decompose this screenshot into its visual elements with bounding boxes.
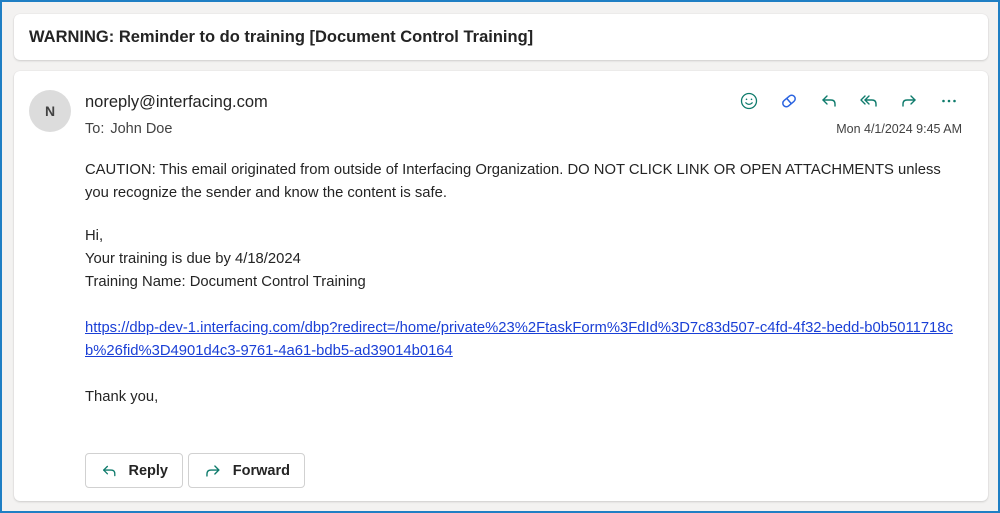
message-timestamp: Mon 4/1/2024 9:45 AM xyxy=(836,122,962,136)
greeting: Hi, xyxy=(85,228,104,244)
subject-header: WARNING: Reminder to do training [Docume… xyxy=(14,14,988,60)
forward-button-label: Forward xyxy=(232,462,290,479)
reply-all-icon xyxy=(860,95,877,107)
more-actions-button[interactable] xyxy=(929,87,969,115)
footer-actions: Reply Forward xyxy=(85,453,305,488)
training-name-line: Training Name: Document Control Training xyxy=(85,274,366,290)
forward-icon xyxy=(902,95,916,107)
emoji-reaction-button[interactable] xyxy=(729,87,769,115)
recipient-line: To: John Doe xyxy=(85,121,172,137)
to-label: To: xyxy=(85,121,105,137)
sender-address[interactable]: noreply@interfacing.com xyxy=(85,93,268,112)
due-date-line: Your training is due by 4/18/2024 xyxy=(85,251,301,267)
pill-icon xyxy=(782,94,796,108)
message-actions-toolbar xyxy=(729,87,969,115)
reply-button-label: Reply xyxy=(128,462,169,479)
sign-off: Thank you, xyxy=(85,389,159,405)
addin-button[interactable] xyxy=(769,87,809,115)
forward-button[interactable]: Forward xyxy=(188,453,305,488)
message-card: N noreply@interfacing.com To: John Doe Mo… xyxy=(14,71,988,501)
caution-banner-text: CAUTION: This email originated from outs… xyxy=(85,162,941,201)
reply-action-button[interactable] xyxy=(809,87,849,115)
training-task-link[interactable]: https://dbp-dev-1.interfacing.com/dbp?re… xyxy=(85,320,953,359)
link-paragraph: https://dbp-dev-1.interfacing.com/dbp?re… xyxy=(85,317,965,363)
reply-icon xyxy=(822,95,836,107)
more-icon xyxy=(942,99,956,103)
message-body: CAUTION: This email originated from outs… xyxy=(85,159,965,409)
forward-action-button[interactable] xyxy=(889,87,929,115)
reply-icon xyxy=(103,465,116,476)
emoji-reaction-icon xyxy=(740,92,758,110)
forward-icon xyxy=(206,464,220,477)
reading-pane: WARNING: Reminder to do training [Docume… xyxy=(0,0,1000,513)
greeting-block: Hi, Your training is due by 4/18/2024 Tr… xyxy=(85,225,965,294)
reply-all-action-button[interactable] xyxy=(849,87,889,115)
avatar[interactable]: N xyxy=(29,90,71,132)
email-subject: WARNING: Reminder to do training [Docume… xyxy=(29,27,534,46)
recipient-name[interactable]: John Doe xyxy=(110,121,172,137)
reply-button[interactable]: Reply xyxy=(85,453,183,488)
